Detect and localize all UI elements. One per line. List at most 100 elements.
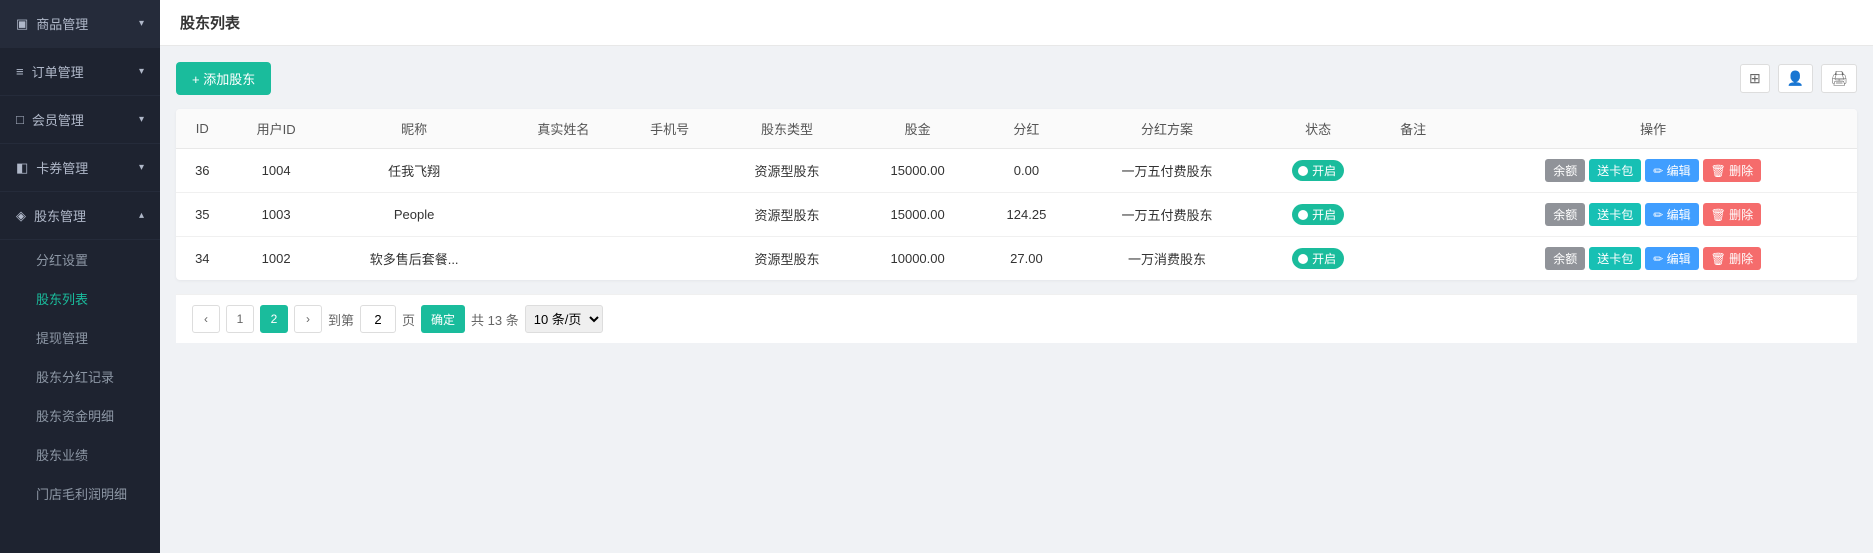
col-status: 状态 (1259, 109, 1376, 149)
cell-0: 34 (176, 237, 229, 281)
performance-label: 股东业绩 (36, 448, 88, 463)
cell-4 (622, 237, 717, 281)
cell-3 (505, 149, 622, 193)
next-page-button[interactable]: › (294, 305, 322, 333)
cell-8: 一万五付费股东 (1075, 193, 1260, 237)
edit-button[interactable]: ✏ 编辑 (1645, 203, 1698, 226)
cell-7: 0.00 (978, 149, 1074, 193)
status-badge[interactable]: 开启 (1292, 160, 1344, 181)
cell-actions: 余额送卡包✏ 编辑🗑 删除 (1449, 193, 1857, 237)
confirm-goto-button[interactable]: 确定 (421, 305, 465, 333)
sidebar-item-orders[interactable]: ≡ 订单管理 ▾ (0, 48, 160, 96)
col-phone: 手机号 (622, 109, 717, 149)
table-row: 341002软多售后套餐...资源型股东10000.0027.00一万消费股东开… (176, 237, 1857, 281)
sidebar-sub-shareholder-funds[interactable]: 股东资金明细 (0, 396, 160, 435)
col-plan: 分红方案 (1075, 109, 1260, 149)
user-view-button[interactable]: 👤 (1778, 64, 1813, 93)
sidebar-item-shareholders-label: 股东管理 (34, 206, 86, 225)
cell-5: 资源型股东 (717, 149, 857, 193)
shareholders-table: ID 用户ID 昵称 真实姓名 手机号 股东类型 股金 分红 分红方案 状态 备… (176, 109, 1857, 280)
cell-8: 一万消费股东 (1075, 237, 1260, 281)
shareholder-funds-label: 股东资金明细 (36, 409, 114, 424)
send-card-button[interactable]: 送卡包 (1589, 159, 1641, 182)
print-button[interactable]: 🖨 (1821, 64, 1857, 93)
sidebar-item-orders-label: 订单管理 (32, 62, 84, 81)
balance-button[interactable]: 余额 (1545, 203, 1585, 226)
cell-actions: 余额送卡包✏ 编辑🗑 删除 (1449, 237, 1857, 281)
add-shareholder-button[interactable]: + 添加股东 (176, 62, 271, 95)
user-icon: 👤 (1787, 70, 1804, 86)
sidebar-sub-performance[interactable]: 股东业绩 (0, 435, 160, 474)
delete-button[interactable]: 🗑 删除 (1703, 159, 1762, 182)
shareholders-arrow-icon: ▴ (139, 210, 144, 221)
content-area: + 添加股东 ⊞ 👤 🖨 ID 用户ID 昵称 真实姓名 (160, 46, 1873, 553)
sidebar-item-cards[interactable]: ◧ 卡券管理 ▾ (0, 144, 160, 192)
page-2-button[interactable]: 2 (260, 305, 288, 333)
cell-7: 27.00 (978, 237, 1074, 281)
send-card-button[interactable]: 送卡包 (1589, 247, 1641, 270)
sidebar-sub-shareholder-list[interactable]: 股东列表 (0, 279, 160, 318)
status-badge[interactable]: 开启 (1292, 204, 1344, 225)
grid-view-button[interactable]: ⊞ (1740, 64, 1770, 93)
withdrawal-label: 提现管理 (36, 331, 88, 346)
orders-arrow-icon: ▾ (139, 66, 144, 77)
sidebar-item-goods[interactable]: ▣ 商品管理 ▾ (0, 0, 160, 48)
send-card-button[interactable]: 送卡包 (1589, 203, 1641, 226)
cell-status: 开启 (1259, 237, 1376, 281)
delete-button[interactable]: 🗑 删除 (1703, 247, 1762, 270)
status-dot (1298, 166, 1308, 176)
dividend-records-label: 股东分红记录 (36, 370, 114, 385)
total-count: 共 13 条 (471, 310, 519, 329)
page-unit: 页 (402, 310, 415, 329)
main-content: 股东列表 + 添加股东 ⊞ 👤 🖨 ID 用户ID (160, 0, 1873, 553)
cell-note (1377, 149, 1450, 193)
edit-button[interactable]: ✏ 编辑 (1645, 159, 1698, 182)
page-1-button[interactable]: 1 (226, 305, 254, 333)
sidebar-sub-dividend-records[interactable]: 股东分红记录 (0, 357, 160, 396)
col-nickname: 昵称 (324, 109, 505, 149)
grid-icon: ⊞ (1749, 70, 1761, 86)
cell-3 (505, 237, 622, 281)
cell-status: 开启 (1259, 193, 1376, 237)
cell-2: People (324, 193, 505, 237)
balance-button[interactable]: 余额 (1545, 159, 1585, 182)
balance-button[interactable]: 余额 (1545, 247, 1585, 270)
cell-0: 36 (176, 149, 229, 193)
cell-6: 15000.00 (857, 193, 978, 237)
print-icon: 🖨 (1830, 70, 1848, 86)
prev-page-button[interactable]: ‹ (192, 305, 220, 333)
goods-icon: ▣ (16, 16, 28, 32)
sidebar-item-members-label: 会员管理 (32, 110, 84, 129)
cell-7: 124.25 (978, 193, 1074, 237)
toolbar-right: ⊞ 👤 🖨 (1740, 64, 1857, 93)
cards-icon: ◧ (16, 160, 28, 176)
sidebar: ▣ 商品管理 ▾ ≡ 订单管理 ▾ □ 会员管理 ▾ ◧ 卡券管理 ▾ ◈ 股东… (0, 0, 160, 553)
sidebar-item-shareholders[interactable]: ◈ 股东管理 ▴ (0, 192, 160, 240)
edit-button[interactable]: ✏ 编辑 (1645, 247, 1698, 270)
page-title: 股东列表 (180, 15, 240, 32)
col-actions: 操作 (1449, 109, 1857, 149)
shareholders-icon: ◈ (16, 208, 26, 224)
shareholder-list-label: 股东列表 (36, 292, 88, 307)
cell-actions: 余额送卡包✏ 编辑🗑 删除 (1449, 149, 1857, 193)
per-page-select[interactable]: 10 条/页 20 条/页 50 条/页 (525, 305, 603, 333)
sidebar-sub-store-margin[interactable]: 门店毛利润明细 (0, 474, 160, 513)
table-row: 351003People资源型股东15000.00124.25一万五付费股东开启… (176, 193, 1857, 237)
cell-6: 10000.00 (857, 237, 978, 281)
sidebar-item-members[interactable]: □ 会员管理 ▾ (0, 96, 160, 144)
table-header-row: ID 用户ID 昵称 真实姓名 手机号 股东类型 股金 分红 分红方案 状态 备… (176, 109, 1857, 149)
goto-label: 到第 (328, 310, 354, 329)
sidebar-sub-withdrawal[interactable]: 提现管理 (0, 318, 160, 357)
sidebar-sub-dividend-settings[interactable]: 分红设置 (0, 240, 160, 279)
members-arrow-icon: ▾ (139, 114, 144, 125)
cell-4 (622, 149, 717, 193)
cell-note (1377, 193, 1450, 237)
cell-status: 开启 (1259, 149, 1376, 193)
status-badge[interactable]: 开启 (1292, 248, 1344, 269)
cell-2: 任我飞翔 (324, 149, 505, 193)
goto-page-input[interactable] (360, 305, 396, 333)
delete-button[interactable]: 🗑 删除 (1703, 203, 1762, 226)
toolbar: + 添加股东 ⊞ 👤 🖨 (176, 62, 1857, 95)
page-header: 股东列表 (160, 0, 1873, 46)
orders-icon: ≡ (16, 64, 24, 79)
